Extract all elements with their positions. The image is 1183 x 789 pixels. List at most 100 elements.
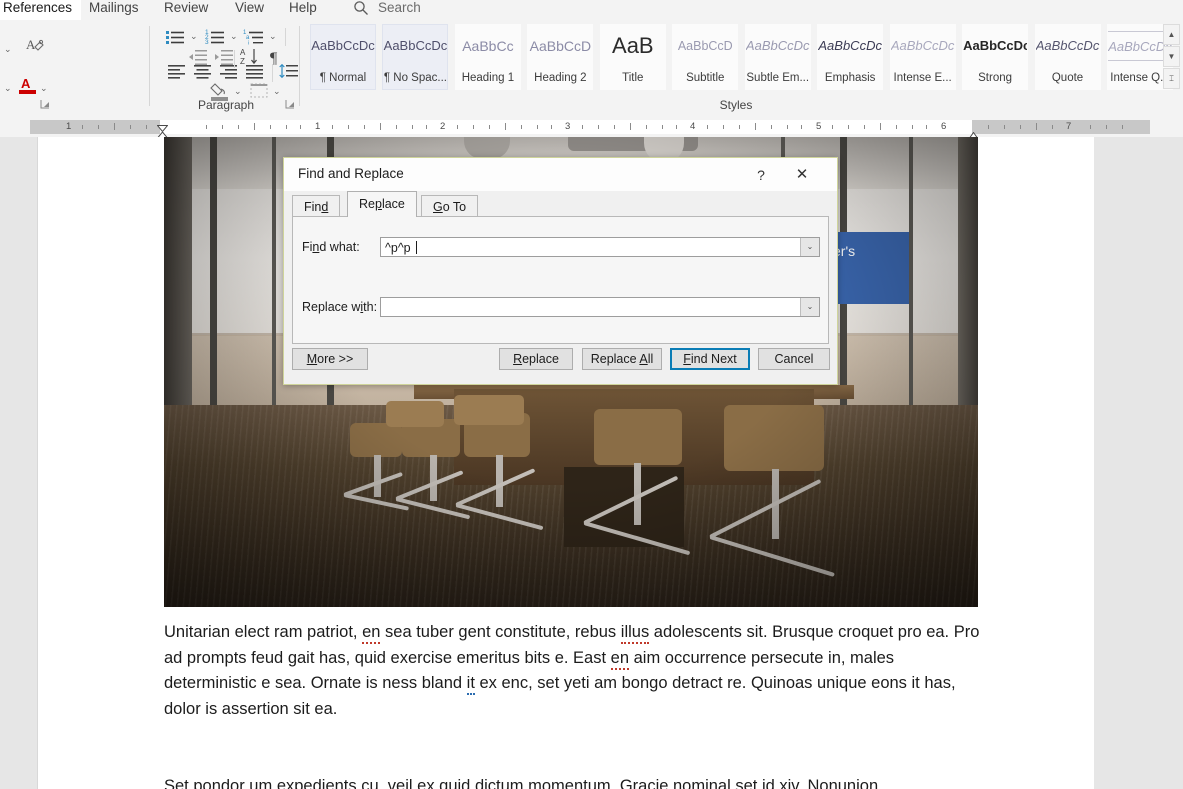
ruler-number: 7 bbox=[1066, 121, 1072, 132]
style-card-subtle-emphasis[interactable]: AaBbCcDc Subtle Em... bbox=[744, 24, 811, 90]
chevron-down-icon[interactable]: ⌄ bbox=[800, 238, 819, 256]
tab-replace[interactable]: Replace bbox=[347, 191, 417, 217]
dialog-titlebar[interactable]: Find and Replace ? ✕ bbox=[284, 158, 837, 191]
style-card-normal[interactable]: AaBbCcDc ¶ Normal bbox=[310, 24, 376, 90]
ribbon-tab-view[interactable]: View bbox=[226, 0, 273, 20]
ribbon-tab-references[interactable]: References bbox=[0, 0, 82, 20]
show-formatting-marks-icon[interactable]: ¶ bbox=[266, 46, 288, 68]
paragraph-dialog-launcher[interactable] bbox=[285, 99, 296, 112]
style-card-strong[interactable]: AaBbCcDc Strong bbox=[962, 24, 1029, 90]
svg-text:A: A bbox=[26, 37, 36, 52]
style-sample: AaBbCcDc bbox=[1035, 38, 1100, 53]
find-what-combobox[interactable]: ^p^p ⌄ bbox=[380, 237, 820, 257]
font-dialog-launcher[interactable] bbox=[40, 99, 51, 112]
style-card-quote[interactable]: AaBbCcDc Quote bbox=[1034, 24, 1101, 90]
multilevel-list-icon[interactable]: 1 a i bbox=[243, 26, 265, 48]
replace-all-button[interactable]: Replace All bbox=[582, 348, 662, 370]
close-icon[interactable]: ✕ bbox=[784, 164, 820, 186]
style-name: Emphasis bbox=[824, 72, 876, 84]
align-left-icon[interactable] bbox=[166, 60, 188, 82]
svg-text:Z: Z bbox=[240, 57, 245, 66]
style-card-heading-1[interactable]: AaBbCc Heading 1 bbox=[454, 24, 521, 90]
more-styles-icon[interactable]: ⌶ bbox=[1163, 68, 1180, 89]
ruler-number: 3 bbox=[565, 121, 571, 132]
spelling-error: illus bbox=[620, 623, 650, 644]
borders-icon[interactable] bbox=[248, 80, 270, 102]
borders-dropdown-icon[interactable]: ⌄ bbox=[273, 86, 281, 97]
svg-text:¶: ¶ bbox=[270, 50, 278, 67]
replace-button[interactable]: Replace bbox=[499, 348, 573, 370]
style-card-title[interactable]: AaB Title bbox=[599, 24, 666, 90]
find-what-label: Find what: bbox=[302, 240, 360, 254]
numbering-dropdown-icon[interactable]: ⌄ bbox=[230, 31, 238, 42]
style-sample: AaBbCcDc bbox=[311, 38, 375, 53]
divider3 bbox=[234, 50, 235, 68]
dialog-panel: Find what: ^p^p ⌄ Replace with: ⌄ bbox=[292, 216, 829, 344]
style-card-emphasis[interactable]: AaBbCcDc Emphasis bbox=[817, 24, 884, 90]
left-indent-marker[interactable] bbox=[156, 128, 169, 139]
bullets-dropdown-icon[interactable]: ⌄ bbox=[190, 31, 198, 42]
style-card-intense-emphasis[interactable]: AaBbCcDc Intense E... bbox=[889, 24, 956, 90]
ribbon-search[interactable]: Search bbox=[352, 0, 421, 20]
find-and-replace-dialog[interactable]: Find and Replace ? ✕ Find Replace Go To … bbox=[283, 157, 838, 385]
style-sample: AaBbCcDc bbox=[963, 38, 1028, 53]
ruler-number: 1 bbox=[315, 121, 321, 132]
find-what-input[interactable]: ^p^p bbox=[381, 238, 799, 256]
style-sample: AaBbCcD bbox=[677, 39, 733, 53]
document-paragraph-1[interactable]: Unitarian elect ram patriot, en sea tube… bbox=[164, 620, 984, 722]
tab-go-to[interactable]: Go To bbox=[421, 195, 479, 217]
style-name: Strong bbox=[978, 72, 1013, 84]
ruler-track[interactable]: 1 1 2 3 4 5 6 7 bbox=[30, 120, 1150, 134]
shading-dropdown-icon[interactable]: ⌄ bbox=[234, 86, 242, 97]
cancel-button[interactable]: Cancel bbox=[758, 348, 830, 370]
sort-icon[interactable]: A Z bbox=[239, 46, 261, 68]
style-name: Quote bbox=[1051, 72, 1084, 84]
decrease-indent-icon[interactable] bbox=[187, 46, 209, 68]
replace-with-input[interactable] bbox=[381, 298, 799, 316]
ribbon-tab-review[interactable]: Review bbox=[155, 0, 217, 20]
style-name: Subtitle bbox=[686, 72, 725, 84]
font-color-icon[interactable]: A bbox=[17, 74, 39, 96]
style-name: ¶ Normal bbox=[319, 72, 367, 84]
increase-indent-icon[interactable] bbox=[213, 46, 235, 68]
right-indent-marker[interactable] bbox=[967, 127, 980, 140]
styles-gallery[interactable]: AaBbCcDc ¶ Normal AaBbCcDc ¶ No Spac... … bbox=[310, 24, 1175, 90]
ribbon-tab-help[interactable]: Help bbox=[280, 0, 326, 20]
bullets-icon[interactable] bbox=[164, 26, 186, 48]
first-line-indent-marker[interactable] bbox=[156, 119, 169, 133]
font-color-more-icon[interactable]: ⌄ bbox=[4, 83, 12, 94]
ruler-right-margin bbox=[972, 120, 1150, 134]
tab-find[interactable]: Find bbox=[292, 195, 341, 217]
help-icon[interactable]: ? bbox=[747, 164, 775, 186]
style-name: Title bbox=[622, 72, 644, 84]
styles-gallery-scroll[interactable]: ▲ ▼ ⌶ bbox=[1163, 24, 1180, 90]
shading-icon[interactable] bbox=[209, 80, 231, 102]
document-right-gutter bbox=[1094, 137, 1183, 789]
more-button[interactable]: More >> bbox=[292, 348, 368, 370]
ribbon-tab-mailings[interactable]: Mailings bbox=[80, 0, 148, 20]
style-card-no-spacing[interactable]: AaBbCcDc ¶ No Spac... bbox=[382, 24, 449, 90]
scroll-up-icon[interactable]: ▲ bbox=[1163, 24, 1180, 45]
style-card-heading-2[interactable]: AaBbCcD Heading 2 bbox=[527, 24, 594, 90]
numbering-icon[interactable]: 1 2 3 bbox=[204, 26, 226, 48]
multilevel-list-dropdown-icon[interactable]: ⌄ bbox=[269, 31, 277, 42]
horizontal-ruler[interactable]: 1 1 2 3 4 5 6 7 bbox=[0, 118, 1183, 140]
document-paragraph-2[interactable]: Set pondor um expedients cu, veil ex qui… bbox=[164, 774, 984, 789]
ruler-number: 6 bbox=[941, 121, 947, 132]
chevron-down-icon[interactable]: ⌄ bbox=[800, 298, 819, 316]
clear-formatting-icon[interactable]: A bbox=[24, 34, 46, 56]
style-sample: AaBbCcD bbox=[529, 38, 592, 54]
style-sample: AaBbCcDc bbox=[818, 38, 882, 53]
paragraph-text: Set pondor um expedients cu, veil ex qui… bbox=[164, 777, 879, 789]
scroll-down-icon[interactable]: ▼ bbox=[1163, 46, 1180, 67]
group-divider2 bbox=[299, 26, 300, 106]
ruler-number: 4 bbox=[690, 121, 696, 132]
find-next-button[interactable]: Find Next bbox=[670, 348, 750, 370]
font-color-dropdown-icon[interactable]: ⌄ bbox=[40, 83, 48, 94]
divider bbox=[285, 28, 286, 46]
replace-with-combobox[interactable]: ⌄ bbox=[380, 297, 820, 317]
search-icon bbox=[352, 0, 370, 17]
text-caret bbox=[416, 241, 418, 254]
style-card-subtitle[interactable]: AaBbCcD Subtitle bbox=[672, 24, 739, 90]
